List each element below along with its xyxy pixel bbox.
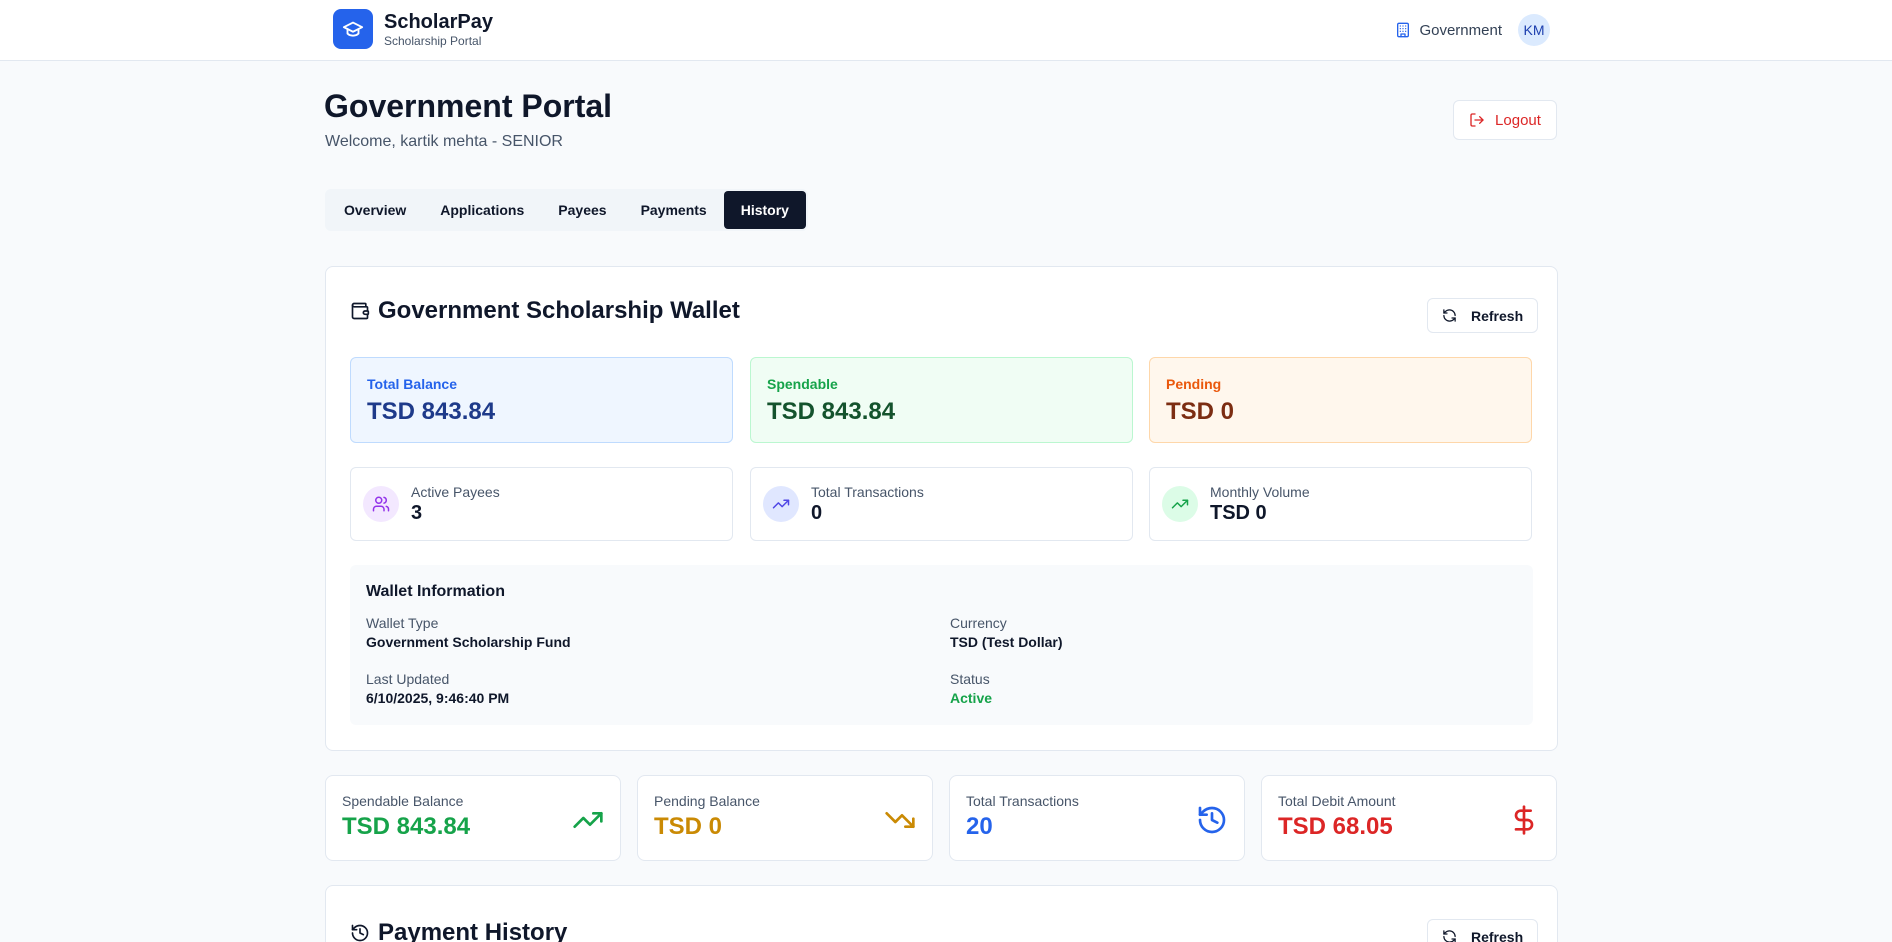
- total-debit-card: Total Debit Amount TSD 68.05: [1261, 775, 1557, 861]
- pending-label: Pending: [1166, 376, 1222, 392]
- last-updated-value: 6/10/2025, 9:46:40 PM: [366, 690, 510, 706]
- history-icon: [351, 924, 369, 942]
- total-transactions-card: Total Transactions 20: [949, 775, 1245, 861]
- history-refresh-button[interactable]: Refresh: [1427, 919, 1539, 942]
- wallet-icon: [351, 302, 370, 320]
- brand-name: ScholarPay: [384, 10, 493, 33]
- tab-payees[interactable]: Payees: [541, 191, 623, 229]
- users-icon: [363, 486, 399, 522]
- currency-label: Currency: [950, 615, 1007, 631]
- spendable-balance-value: TSD 843.84: [342, 813, 471, 840]
- tab-history[interactable]: History: [723, 191, 806, 229]
- last-updated-label: Last Updated: [366, 671, 450, 687]
- wallet-type-label: Wallet Type: [366, 615, 439, 631]
- monthly-volume-label: Monthly Volume: [1210, 483, 1310, 500]
- spendable-balance-card: Spendable Balance TSD 843.84: [325, 775, 621, 861]
- refresh-icon: [1443, 309, 1456, 322]
- building-icon: [1397, 22, 1410, 38]
- total-transactions-value: 0: [811, 501, 823, 524]
- spendable-label: Spendable: [767, 376, 838, 392]
- status-value: Active: [950, 690, 993, 706]
- trending-down-icon: [884, 804, 916, 841]
- wallet-title-text: Government Scholarship Wallet: [378, 297, 740, 324]
- trending-up-icon: [1162, 486, 1198, 522]
- logout-button[interactable]: Logout: [1453, 100, 1557, 140]
- tab-bar: Overview Applications Payees Payments Hi…: [325, 189, 808, 231]
- total-balance-label: Total Balance: [367, 376, 457, 392]
- last-updated-item: Last Updated 6/10/2025, 9:46:40 PM: [366, 671, 509, 706]
- graduation-cap-icon: [333, 9, 373, 49]
- payment-history-card: Payment History Refresh: [325, 885, 1558, 942]
- payment-history-title-text: Payment History: [378, 919, 568, 942]
- pending-box: Pending TSD 0: [1149, 357, 1532, 443]
- total-debit-value: TSD 68.05: [1278, 813, 1393, 840]
- total-transactions-stat: Total Transactions 0: [750, 467, 1133, 541]
- pending-balance-label: Pending Balance: [654, 793, 760, 809]
- history-icon: [1196, 804, 1228, 841]
- wallet-type-item: Wallet Type Government Scholarship Fund: [366, 615, 571, 650]
- spendable-balance-label: Spendable Balance: [342, 793, 464, 809]
- wallet-refresh-button[interactable]: Refresh: [1427, 298, 1539, 333]
- tab-payments[interactable]: Payments: [624, 191, 724, 229]
- history-refresh-label: Refresh: [1471, 928, 1524, 942]
- brand[interactable]: ScholarPay Scholarship Portal: [333, 9, 493, 49]
- role-label: Government: [1419, 21, 1502, 39]
- tab-applications[interactable]: Applications: [423, 191, 541, 229]
- wallet-info-box: Wallet Information Wallet Type Governmen…: [350, 565, 1533, 725]
- monthly-volume-value: TSD 0: [1210, 501, 1267, 524]
- page-title: Government Portal: [324, 88, 613, 124]
- status-label: Status: [950, 671, 990, 687]
- refresh-icon: [1443, 930, 1456, 942]
- active-payees-value: 3: [411, 501, 423, 524]
- active-payees-stat: Active Payees 3: [350, 467, 733, 541]
- pending-value: TSD 0: [1166, 398, 1235, 425]
- total-transactions-label: Total Transactions: [811, 483, 924, 500]
- monthly-volume-stat: Monthly Volume TSD 0: [1149, 467, 1532, 541]
- total-balance-value: TSD 843.84: [367, 398, 496, 425]
- wallet-card: Government Scholarship Wallet Refresh To…: [325, 266, 1558, 751]
- wallet-refresh-label: Refresh: [1471, 307, 1524, 324]
- pending-balance-card: Pending Balance TSD 0: [637, 775, 933, 861]
- trending-up-icon: [572, 804, 604, 841]
- currency-item: Currency TSD (Test Dollar): [950, 615, 1063, 650]
- wallet-info-title: Wallet Information: [366, 583, 505, 600]
- top-navbar: ScholarPay Scholarship Portal Government…: [0, 0, 1892, 61]
- dollar-icon: [1508, 804, 1540, 841]
- brand-subtitle: Scholarship Portal: [384, 33, 482, 48]
- spendable-box: Spendable TSD 843.84: [750, 357, 1133, 443]
- total-balance-box: Total Balance TSD 843.84: [350, 357, 733, 443]
- currency-value: TSD (Test Dollar): [950, 634, 1063, 650]
- avatar[interactable]: KM: [1518, 14, 1550, 46]
- welcome-text: Welcome, kartik mehta - SENIOR: [325, 133, 563, 150]
- spendable-value: TSD 843.84: [767, 398, 896, 425]
- total-transactions-summary-label: Total Transactions: [966, 793, 1079, 809]
- logout-icon: [1470, 113, 1484, 127]
- wallet-type-value: Government Scholarship Fund: [366, 634, 571, 650]
- logout-label: Logout: [1495, 111, 1541, 129]
- trending-up-icon: [763, 486, 799, 522]
- tab-overview[interactable]: Overview: [327, 191, 423, 229]
- total-debit-label: Total Debit Amount: [1278, 793, 1396, 809]
- active-payees-label: Active Payees: [411, 483, 500, 500]
- status-item: Status Active: [950, 671, 992, 706]
- wallet-title: Government Scholarship Wallet: [350, 297, 740, 325]
- total-transactions-summary-value: 20: [966, 813, 993, 840]
- payment-history-title: Payment History: [350, 919, 567, 942]
- pending-balance-value: TSD 0: [654, 813, 723, 840]
- role-indicator: Government: [1395, 22, 1502, 39]
